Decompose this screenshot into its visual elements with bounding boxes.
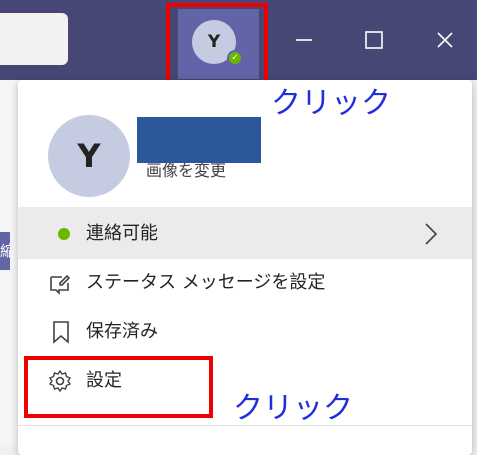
annotation-click-settings: クリック	[233, 391, 353, 426]
partial-tab: 縮ク	[0, 232, 10, 270]
bookmark-icon	[49, 320, 73, 344]
chevron-right-icon[interactable]	[421, 221, 441, 247]
highlight-box-profile	[166, 3, 268, 88]
annotation-click-profile: クリック	[271, 86, 391, 121]
avatar-large: Y	[48, 115, 130, 197]
status-label: 連絡可能	[86, 223, 158, 244]
search-input[interactable]	[0, 13, 68, 65]
edit-status-icon	[48, 271, 72, 295]
highlight-box-settings	[24, 356, 213, 418]
minimize-icon[interactable]	[284, 22, 324, 58]
change-photo-link[interactable]: 画像を変更	[146, 157, 226, 181]
available-status-icon	[58, 228, 70, 240]
maximize-icon[interactable]	[354, 22, 394, 58]
menu-item-saved[interactable]: 保存済み	[86, 321, 158, 343]
close-icon[interactable]	[425, 22, 465, 58]
menu-item-status-message[interactable]: ステータス メッセージを設定	[86, 272, 325, 294]
